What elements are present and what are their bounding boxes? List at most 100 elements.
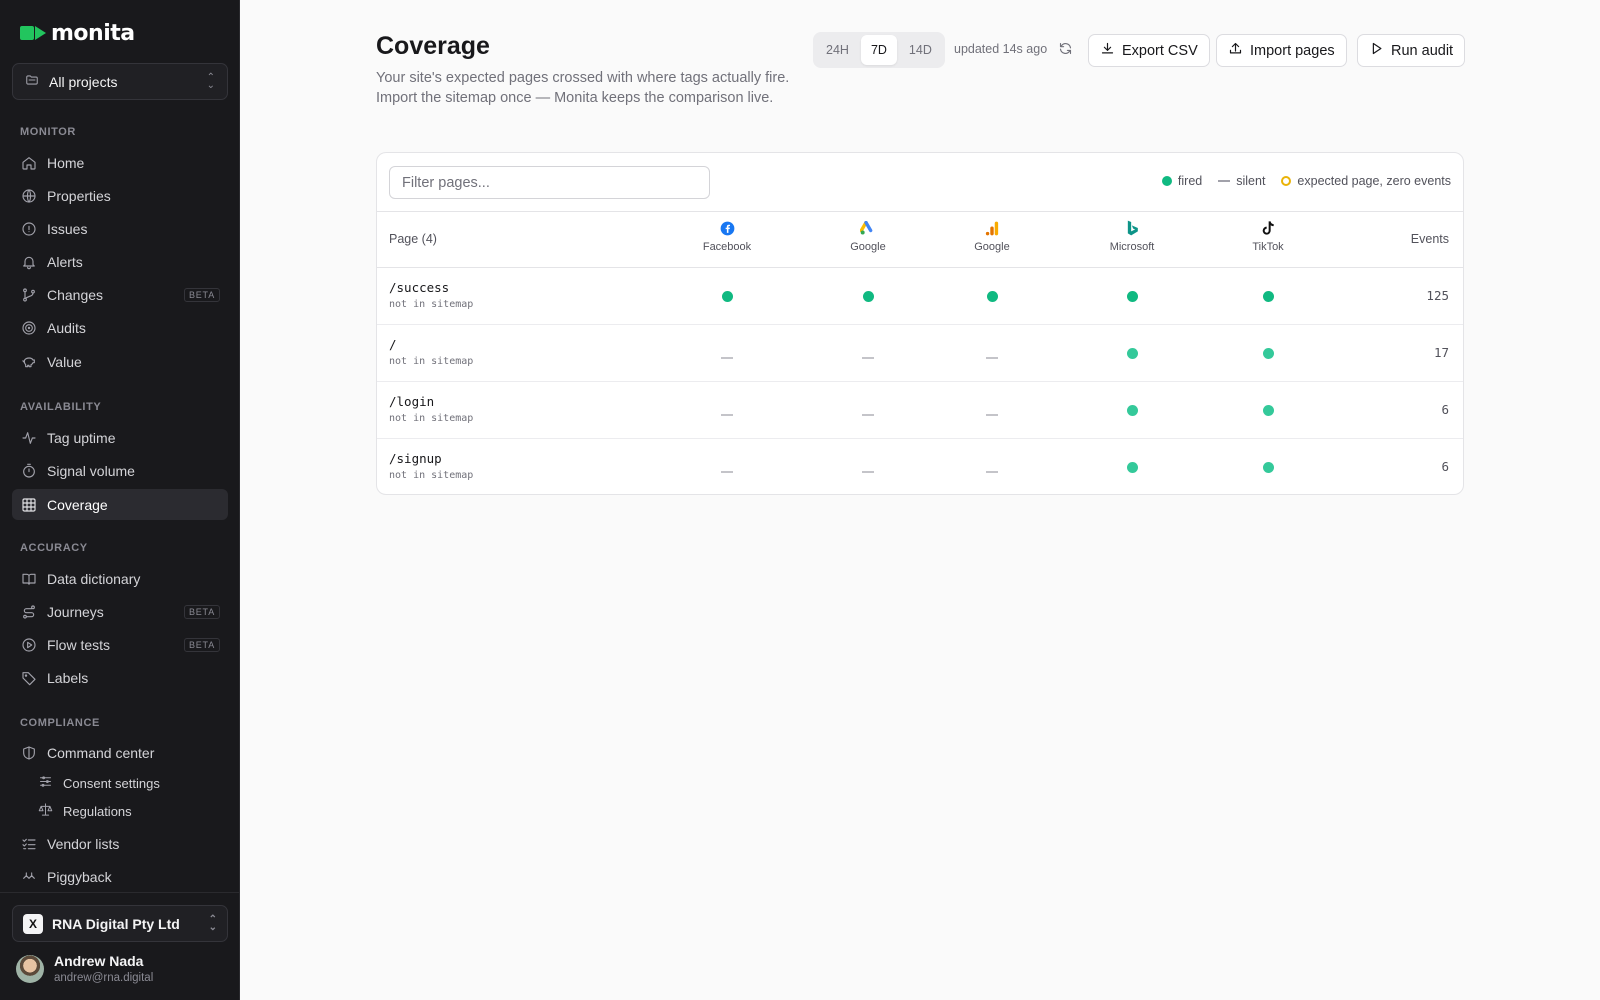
coverage-cell[interactable]: [721, 404, 733, 416]
coverage-cell[interactable]: [986, 461, 998, 473]
table-row[interactable]: /signup not in sitemap 6: [377, 439, 1463, 494]
run-audit-button[interactable]: Run audit: [1357, 34, 1466, 67]
sidebar-item-label: Audits: [47, 319, 86, 336]
org-logo: X: [23, 913, 43, 934]
sidebar-item-label: Issues: [47, 220, 88, 237]
export-csv-button[interactable]: Export CSV: [1088, 34, 1210, 67]
vendor-name: TikTok: [1252, 241, 1284, 253]
coverage-cell[interactable]: [721, 461, 733, 473]
sidebar-item-label: Flow tests: [47, 636, 111, 653]
user-menu[interactable]: Andrew Nada andrew@rna.digital: [16, 953, 153, 984]
filter-pages-input[interactable]: [389, 166, 710, 199]
range-7d-button[interactable]: 7D: [860, 35, 897, 65]
list-checks-icon: [20, 835, 37, 852]
sidebar-item-changes[interactable]: Changes BETA: [12, 279, 228, 310]
piggy-bank-icon: [20, 353, 37, 370]
avatar: [16, 954, 44, 983]
range-14d-button[interactable]: 14D: [899, 35, 942, 65]
coverage-cell[interactable]: [721, 290, 733, 302]
coverage-cell[interactable]: [1126, 347, 1138, 359]
sidebar-item-signal-volume[interactable]: Signal volume: [12, 455, 228, 486]
git-branch-icon: [20, 286, 37, 303]
page-path: /success: [389, 280, 450, 295]
sidebar-item-flow-tests[interactable]: Flow tests BETA: [12, 629, 228, 660]
vendor-name: Google: [850, 241, 886, 253]
sidebar-item-vendor-lists[interactable]: Vendor lists: [12, 828, 228, 859]
sidebar-subitem-consent-settings[interactable]: Consent settings: [32, 770, 228, 796]
event-count: 6: [1441, 459, 1449, 474]
vendor-column-tiktok[interactable]: TikTok: [1218, 220, 1318, 253]
vendor-column-google-ads[interactable]: Google: [818, 220, 918, 253]
events-column-header[interactable]: Events: [1411, 232, 1449, 246]
coverage-cell[interactable]: [1126, 404, 1138, 416]
coverage-cell[interactable]: [1126, 290, 1138, 302]
coverage-cell[interactable]: [862, 290, 874, 302]
fired-dot-icon: [1161, 176, 1172, 186]
sidebar-item-issues[interactable]: Issues: [12, 213, 228, 244]
folder-icon: [25, 73, 39, 90]
piggyback-icon: [20, 868, 37, 885]
coverage-cell[interactable]: [721, 347, 733, 359]
import-pages-label: Import pages: [1250, 42, 1335, 59]
coverage-cell[interactable]: [1262, 461, 1274, 473]
coverage-cell[interactable]: [1262, 347, 1274, 359]
sidebar-item-label: Labels: [47, 669, 89, 686]
sidebar-subitem-regulations[interactable]: Regulations: [32, 798, 228, 824]
coverage-cell[interactable]: [862, 404, 874, 416]
import-pages-button[interactable]: Import pages: [1216, 34, 1347, 67]
sidebar-item-labels[interactable]: Labels: [12, 662, 228, 693]
sidebar-item-data-dictionary[interactable]: Data dictionary: [12, 563, 228, 594]
sidebar-item-home[interactable]: Home: [12, 147, 228, 178]
table-row[interactable]: /success not in sitemap 125: [377, 268, 1463, 325]
legend-fired: fired: [1161, 174, 1202, 188]
google-ads-icon: [860, 220, 876, 236]
coverage-cell[interactable]: [1262, 290, 1274, 302]
organization-switcher[interactable]: X RNA Digital Pty Ltd ⌃ ⌄: [12, 905, 228, 942]
brand-name: monita: [51, 20, 135, 46]
legend-expected: expected page, zero events: [1281, 174, 1451, 188]
expected-ring-icon: [1281, 176, 1292, 186]
bing-icon: [1124, 220, 1140, 236]
sidebar-item-piggyback[interactable]: Piggyback: [12, 861, 228, 892]
sidebar-item-command-center[interactable]: Command center: [12, 737, 228, 768]
table-row[interactable]: /login not in sitemap 6: [377, 382, 1463, 439]
page-description: Your site's expected pages crossed with …: [376, 70, 790, 106]
beta-badge: BETA: [183, 604, 220, 619]
sidebar-item-audits[interactable]: Audits: [12, 312, 228, 343]
project-select[interactable]: All projects ⌃ ⌄: [12, 63, 228, 100]
silent-dash-icon: [986, 414, 998, 416]
sidebar-item-properties[interactable]: Properties: [12, 180, 228, 211]
time-range-toggle: 24H 7D 14D: [813, 32, 945, 68]
vendor-name: Facebook: [702, 241, 752, 253]
coverage-cell[interactable]: [862, 461, 874, 473]
table-row[interactable]: / not in sitemap 17: [377, 325, 1463, 382]
coverage-cell[interactable]: [986, 404, 998, 416]
refresh-icon[interactable]: [1058, 41, 1074, 57]
coverage-cell[interactable]: [986, 290, 998, 302]
sidebar-item-journeys[interactable]: Journeys BETA: [12, 596, 228, 627]
coverage-cell[interactable]: [1126, 461, 1138, 473]
page-path: /login: [389, 394, 435, 409]
fired-dot-icon: [1262, 461, 1274, 473]
scale-icon: [38, 802, 53, 820]
sidebar-item-label: Changes: [47, 286, 104, 303]
sidebar-item-coverage[interactable]: Coverage: [12, 489, 228, 520]
sidebar-item-tag-uptime[interactable]: Tag uptime: [12, 422, 228, 453]
sidebar-item-label: Consent settings: [63, 775, 160, 791]
sidebar-item-alerts[interactable]: Alerts: [12, 246, 228, 277]
sidebar-item-value[interactable]: Value: [12, 346, 228, 377]
vendor-column-microsoft[interactable]: Microsoft: [1082, 220, 1182, 253]
monita-logo[interactable]: monita: [20, 20, 135, 46]
vendor-column-facebook[interactable]: Facebook: [677, 220, 777, 253]
page-column-header[interactable]: Page (4): [389, 232, 437, 246]
sidebar-item-label: Piggyback: [47, 868, 112, 885]
alert-circle-icon: [20, 220, 37, 237]
chevrons-up-down-icon: ⌃ ⌄: [206, 71, 215, 91]
fired-dot-icon: [1262, 404, 1274, 416]
vendor-column-google-analytics[interactable]: Google: [942, 220, 1042, 253]
coverage-cell[interactable]: [1262, 404, 1274, 416]
coverage-cell[interactable]: [862, 347, 874, 359]
sidebar-item-label: Signal volume: [47, 462, 135, 479]
coverage-cell[interactable]: [986, 347, 998, 359]
range-24h-button[interactable]: 24H: [816, 35, 859, 65]
